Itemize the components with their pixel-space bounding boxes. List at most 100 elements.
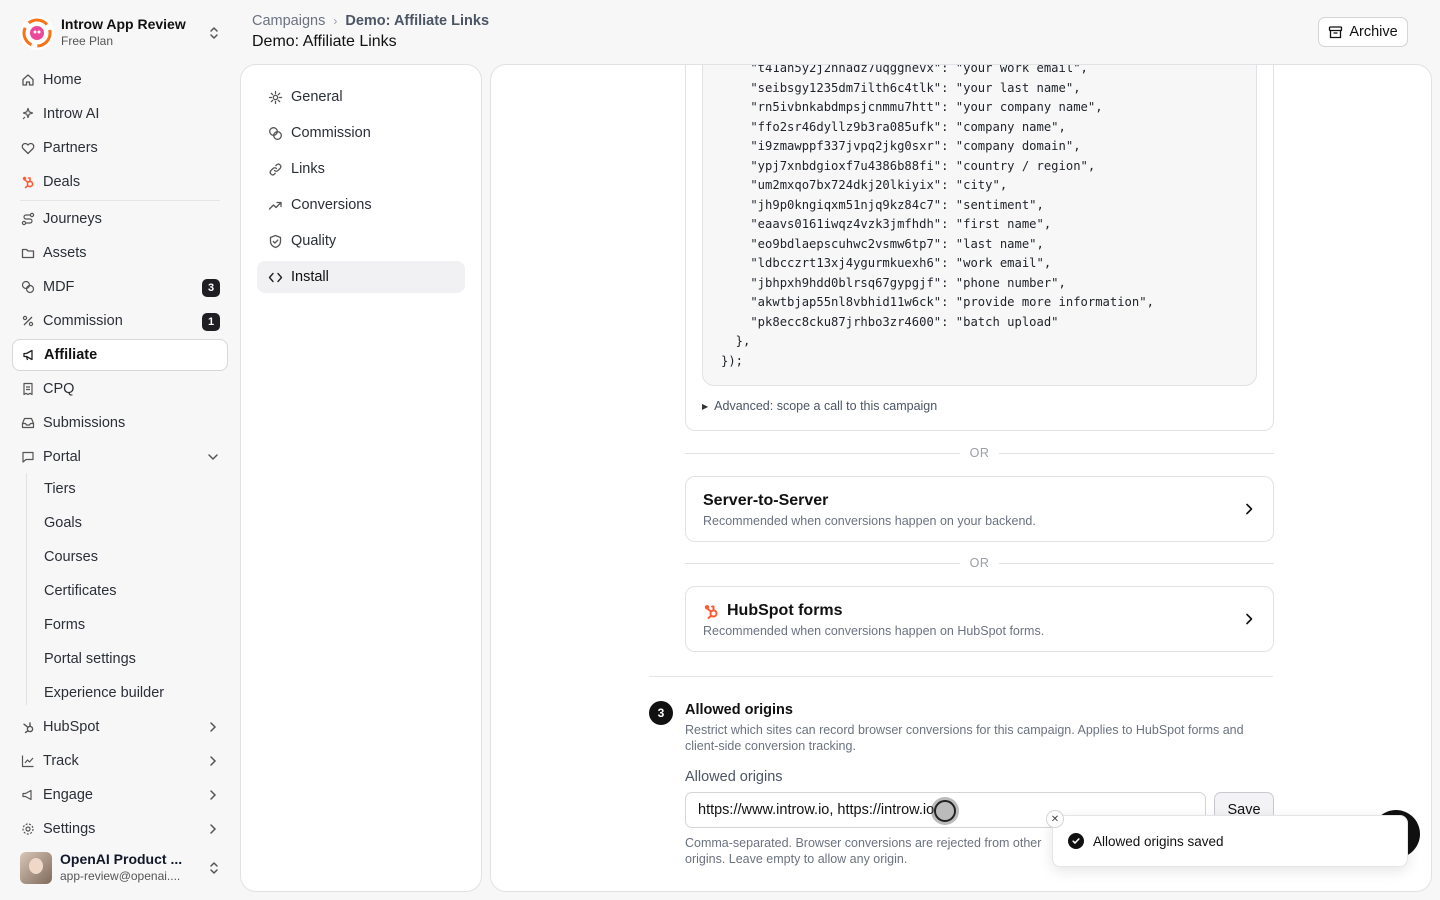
workspace-plan: Free Plan [61,34,114,48]
settings-tab-quality-label: Quality [291,233,337,249]
portal-item-forms[interactable]: Forms [44,611,85,639]
archive-button[interactable]: Archive [1318,17,1408,47]
link-icon [267,161,283,177]
archive-icon [1328,25,1343,40]
hubspot-icon [703,603,720,620]
settings-tab-conversions[interactable]: Conversions [257,189,465,221]
trending-up-icon [267,197,283,213]
toast-close-icon[interactable]: ✕ [1046,810,1064,828]
breadcrumb-campaigns[interactable]: Campaigns [252,13,325,29]
nav-assets-label: Assets [43,245,87,261]
portal-item-certificates[interactable]: Certificates [44,577,117,605]
settings-tab-general[interactable]: General [257,81,465,113]
megaphone-icon [21,788,35,802]
nav-cpq-label: CPQ [43,381,75,397]
advanced-scope-toggle[interactable]: ▶ Advanced: scope a call to this campaig… [702,399,937,413]
portal-item-portal-settings[interactable]: Portal settings [44,645,136,673]
chevrons-up-down-icon [204,858,224,878]
code-snippet[interactable]: "t41an5y2j2hnadz7uqgghevx": "your work e… [702,65,1257,386]
breadcrumb: Campaigns › Demo: Affiliate Links [252,13,489,29]
nav-divider [20,200,220,201]
workspace-name: Introw App Review [61,16,186,32]
mdf-count-badge: 3 [202,279,220,297]
nav-home[interactable]: Home [12,64,228,96]
portal-item-goals[interactable]: Goals [44,509,82,537]
code-line: "ldbcczrt13xj4ygurmkuexh6": "work email"… [721,256,1052,270]
hubspot-forms-option[interactable]: HubSpot forms Recommended when conversio… [685,586,1274,652]
coins-icon [21,280,35,294]
sparkle-icon [21,107,35,121]
nav-assets[interactable]: Assets [12,237,228,269]
gear-icon [267,89,283,105]
nav-engage[interactable]: Engage [12,779,228,811]
settings-tab-commission-label: Commission [291,125,371,141]
nav-journeys-label: Journeys [43,211,102,227]
nav-home-label: Home [43,72,82,88]
server-to-server-desc: Recommended when conversions happen on y… [703,514,1036,528]
nav-portal[interactable]: Portal [12,441,228,473]
allowed-origins-label: Allowed origins [685,769,783,785]
nav-partners[interactable]: Partners [12,132,228,164]
or-divider: OR [685,445,1274,461]
nav-affiliate-label: Affiliate [44,347,98,363]
nav-settings[interactable]: Settings [12,813,228,845]
code-line: "seibsgy1235dm7ilth6c4tlk": "your last n… [721,80,1081,95]
settings-tab-install[interactable]: Install [257,261,465,293]
code-line: "eo9bdlaepscuhwc2vsmw6tp7": "last name", [721,236,1044,251]
check-circle-icon [1068,833,1084,849]
nav-introw-ai[interactable]: Introw AI [12,98,228,130]
breadcrumb-current: Demo: Affiliate Links [345,13,490,29]
allowed-origins-description: Restrict which sites can record browser … [685,723,1244,753]
folder-icon [21,246,35,260]
code-icon [267,269,283,285]
code-line: "i9zmawppf337jvpq2jkg0sxr": "company dom… [721,139,1081,153]
settings-tab-install-label: Install [291,269,329,285]
hubspot-icon [21,720,35,734]
nav-commission[interactable]: Commission 1 [12,305,228,337]
workspace-switcher[interactable]: Introw App Review Free Plan [12,12,228,54]
server-to-server-option[interactable]: Server-to-Server Recommended when conver… [685,476,1274,542]
code-line: "jh9p0kngiqxm51njq9kz84c7": "sentiment", [721,197,1044,212]
or-label: OR [969,556,990,570]
chevron-right-icon [210,790,217,800]
nav-submissions[interactable]: Submissions [12,407,228,439]
nav-deals[interactable]: Deals [12,166,228,198]
chevron-down-icon [208,454,218,461]
portal-item-courses[interactable]: Courses [44,543,98,571]
message-square-icon [21,450,35,464]
code-line: "rn5ivbnkabdmpsjcnmmu7htt": "your compan… [721,100,1103,114]
nav-affiliate[interactable]: Affiliate [12,339,228,371]
nav-cpq[interactable]: CPQ [12,373,228,405]
sidebar: Introw App Review Free Plan Home Introw … [0,0,240,900]
inbox-icon [21,416,35,430]
code-line: }); [721,353,744,368]
nav-journeys[interactable]: Journeys [12,203,228,235]
chevrons-up-down-icon [204,23,224,43]
nav-mdf[interactable]: MDF 3 [12,271,228,303]
nav-settings-label: Settings [43,821,96,837]
coins-icon [267,125,283,141]
campaign-settings-menu: General Commission Links Conversions Qua… [240,64,482,892]
nav-hubspot[interactable]: HubSpot [12,711,228,743]
portal-subnav-line [26,473,27,705]
introw-logo-icon [20,16,54,50]
toast-notification: Allowed origins saved [1052,815,1408,867]
code-line: "eaavs0161iwqz4vzk3jmfhdh": "first name"… [721,217,1052,231]
commission-count-badge: 1 [202,313,220,331]
settings-tab-commission[interactable]: Commission [257,117,465,149]
portal-item-experience-builder[interactable]: Experience builder [44,679,164,707]
chevron-right-icon [210,824,217,834]
avatar [20,852,52,884]
handshake-icon [21,141,35,155]
shield-check-icon [267,233,283,249]
user-menu[interactable]: OpenAI Product ... app-review@openai.... [12,848,228,888]
chevron-right-icon [210,722,217,732]
user-email: app-review@openai.... [60,869,181,883]
portal-item-tiers[interactable]: Tiers [44,475,76,503]
nav-track[interactable]: Track [12,745,228,777]
settings-tab-quality[interactable]: Quality [257,225,465,257]
route-icon [21,212,35,226]
install-content[interactable]: "t41an5y2j2hnadz7uqgghevx": "your work e… [490,64,1432,892]
archive-label: Archive [1349,24,1398,40]
settings-tab-links[interactable]: Links [257,153,465,185]
